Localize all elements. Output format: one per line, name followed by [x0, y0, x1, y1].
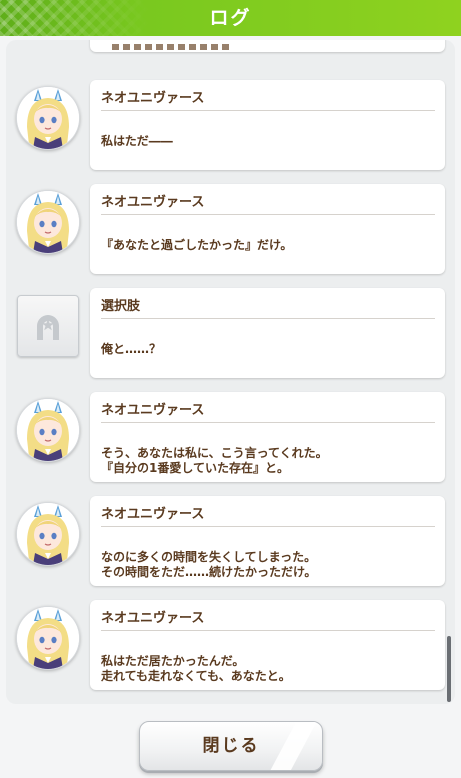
dialogue-text: 私はただ―― [101, 134, 173, 149]
speaker-name: ネオユニヴァース [101, 91, 205, 106]
character-portrait-icon [16, 502, 80, 566]
dialogue-line: なのに多くの時間を失くしてしまった。 [101, 550, 317, 564]
log-entry: ネオユニヴァース 『あなたと過ごしたかった』だけ。 [6, 184, 455, 280]
dialogue-line: 私はただ―― [101, 134, 173, 148]
divider [101, 630, 435, 631]
log-card: ネオユニヴァース 私はただ居たかったんだ。 走れても走れなくても、あなたと。 [90, 600, 445, 690]
log-card: ネオユニヴァース なのに多くの時間を失くしてしまった。 その時間をただ……続けた… [90, 496, 445, 586]
speaker-name: ネオユニヴァース [101, 195, 205, 210]
log-entry: ネオユニヴァース そう、あなたは私に、こう言ってくれた。 『自分の1番愛していた… [6, 392, 455, 488]
character-portrait-icon [16, 190, 80, 254]
speaker-name: ネオユニヴァース [101, 507, 205, 522]
avatar [16, 606, 80, 670]
dialogue-line: 俺と……？ [101, 342, 162, 356]
header-bar: ログ [0, 0, 461, 36]
divider [101, 526, 435, 527]
log-card: ネオユニヴァース 私はただ―― [90, 80, 445, 170]
log-entry: ネオユニヴァース なのに多くの時間を失くしてしまった。 その時間をただ……続けた… [6, 496, 455, 592]
divider [101, 422, 435, 423]
dialogue-line: その時間をただ……続けたかっただけ。 [101, 565, 317, 579]
speaker-name: ネオユニヴァース [101, 611, 205, 626]
dialogue-line: 私はただ居たかったんだ。 [101, 654, 245, 668]
divider [101, 318, 435, 319]
close-button-label: 閉じる [202, 736, 260, 756]
log-card: ネオユニヴァース そう、あなたは私に、こう言ってくれた。 『自分の1番愛していた… [90, 392, 445, 482]
log-entry: ネオユニヴァース 私はただ居たかったんだ。 走れても走れなくても、あなたと。 [6, 600, 455, 696]
dialogue-text: 俺と……？ [101, 342, 161, 357]
log-card: ネオユニヴァース 『あなたと過ごしたかった』だけ。 [90, 184, 445, 274]
avatar [16, 294, 80, 358]
avatar [16, 190, 80, 254]
log-card: 選択肢 俺と……？ [90, 288, 445, 378]
divider [101, 214, 435, 215]
page-title: ログ [209, 7, 252, 29]
speaker-name: 選択肢 [101, 299, 141, 314]
character-portrait-icon [16, 606, 80, 670]
partial-log-card [90, 40, 445, 52]
scrollbar-track[interactable] [447, 40, 451, 704]
log-entry: 選択肢 俺と……？ [6, 288, 455, 384]
close-button[interactable]: 閉じる [139, 721, 323, 771]
divider [101, 110, 435, 111]
log-list[interactable]: ネオユニヴァース 私はただ―― ネオユニヴァース 『あなたと過ごしたかった』だけ… [6, 40, 455, 704]
avatar [16, 502, 80, 566]
partial-text-fragment [112, 44, 232, 50]
dialogue-text: 私はただ居たかったんだ。 走れても走れなくても、あなたと。 [101, 654, 291, 684]
character-portrait-icon [16, 398, 80, 462]
dialogue-text: 『あなたと過ごしたかった』だけ。 [101, 238, 292, 253]
scrollbar-thumb[interactable] [447, 636, 451, 702]
avatar [16, 86, 80, 150]
log-entry: ネオユニヴァース 私はただ―― [6, 80, 455, 176]
dialogue-text: そう、あなたは私に、こう言ってくれた。 『自分の1番愛していた存在』と。 [101, 446, 328, 476]
dialogue-text: なのに多くの時間を失くしてしまった。 その時間をただ……続けたかっただけ。 [101, 550, 316, 580]
dialogue-line: 『自分の1番愛していた存在』と。 [101, 461, 289, 475]
horseshoe-star-icon [17, 295, 79, 357]
character-portrait-icon [16, 86, 80, 150]
dialogue-line: 『あなたと過ごしたかった』だけ。 [101, 238, 293, 252]
avatar [16, 398, 80, 462]
speaker-name: ネオユニヴァース [101, 403, 205, 418]
dialogue-line: そう、あなたは私に、こう言ってくれた。 [101, 446, 328, 460]
dialogue-line: 走れても走れなくても、あなたと。 [101, 669, 291, 683]
